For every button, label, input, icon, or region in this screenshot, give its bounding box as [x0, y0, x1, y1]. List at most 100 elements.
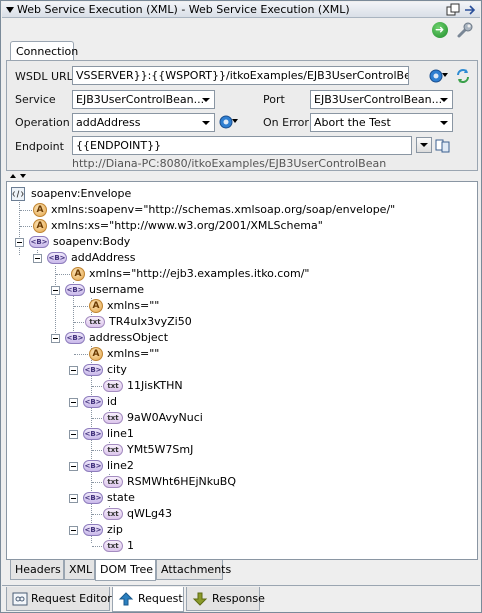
tree-node-label: addressObject	[89, 331, 169, 344]
tree-node-line1[interactable]: <B> line1	[65, 426, 265, 442]
tab-request-label: Request	[138, 592, 183, 605]
text-node-icon: txt	[103, 476, 123, 488]
collapse-icon[interactable]	[69, 462, 78, 471]
endpoint-dropdown-button[interactable]	[416, 137, 432, 153]
collapse-icon[interactable]	[15, 238, 24, 247]
text-node-icon: txt	[103, 444, 123, 456]
text-node-icon: txt	[103, 412, 123, 424]
endpoint-field[interactable]: {{ENDPOINT}}	[72, 136, 412, 155]
tab-attachments[interactable]: Attachments	[156, 560, 231, 580]
tab-response[interactable]: Response	[186, 587, 265, 611]
tree-node-attr-xs[interactable]: A xmlns:xs="http://www.w3.org/2001/XMLSc…	[11, 218, 411, 234]
collapse-icon[interactable]	[69, 430, 78, 439]
tree-node-label: 11JisKTHN	[127, 379, 183, 392]
tree-node-label: TR4uIx3vyZi50	[109, 315, 192, 328]
tree-node-label: city	[107, 363, 127, 376]
tab-headers[interactable]: Headers	[10, 560, 64, 580]
element-icon: <B>	[83, 460, 103, 472]
connection-panel: WSDL URL VSSERVER}}:{{WSPORT}}/itkoExamp…	[6, 60, 478, 171]
tree-node-attr-xmlns[interactable]: A xmlns=""	[65, 298, 265, 314]
tree-node-label: id	[107, 395, 118, 408]
tree-node-text[interactable]: txt RSMWht6HEjNkuBQ	[83, 474, 283, 490]
on-error-select[interactable]: Abort the Test	[310, 113, 453, 132]
tree-node-body[interactable]: <B> soapenv:Body	[11, 234, 211, 250]
view-tabs: Headers XML DOM Tree Attachments	[6, 560, 478, 581]
collapse-icon[interactable]	[33, 254, 42, 263]
wsdl-url-field[interactable]: VSSERVER}}:{{WSPORT}}/itkoExamples/EJB3U…	[72, 66, 409, 85]
tree-node-label: addAddress	[71, 251, 136, 264]
refresh-icon[interactable]	[455, 67, 471, 85]
text-node-icon: txt	[103, 380, 123, 392]
attribute-icon: A	[33, 203, 47, 217]
tree-node-state[interactable]: <B> state	[65, 490, 265, 506]
attribute-icon: A	[89, 347, 103, 361]
tree-guide	[92, 418, 102, 419]
tab-request[interactable]: Request	[112, 587, 184, 612]
tree-node-zip[interactable]: <B> zip	[65, 522, 265, 538]
element-icon: <B>	[83, 428, 103, 440]
tree-node-label: 1	[127, 539, 134, 552]
collapse-icon[interactable]	[51, 334, 60, 343]
endpoint-label: Endpoint	[15, 140, 64, 153]
element-icon: <B>	[65, 284, 85, 296]
tree-node-text[interactable]: txt 11JisKTHN	[83, 378, 283, 394]
attribute-icon: A	[71, 267, 85, 281]
tab-xml[interactable]: XML	[64, 560, 95, 580]
tree-node-attr-xmlns[interactable]: A xmlns=""	[65, 346, 265, 362]
endpoint-hint: http://Diana-PC:8080/itkoExamples/EJB3Us…	[72, 157, 387, 170]
tree-node-addaddress[interactable]: <B> addAddress	[29, 250, 229, 266]
wrench-icon[interactable]	[456, 21, 474, 39]
tree-node-text[interactable]: txt qWLg43	[83, 506, 283, 522]
tree-guide	[92, 482, 102, 483]
collapse-icon[interactable]	[69, 526, 78, 535]
tree-node-text[interactable]: txt 9aW0AvyNuci	[83, 410, 283, 426]
tree-node-city[interactable]: <B> city	[65, 362, 265, 378]
chevron-down-icon	[202, 98, 210, 102]
dom-tree: soapenv:Envelope A xmlns:soapenv="http:/…	[6, 181, 478, 560]
tree-node-label: 9aW0AvyNuci	[127, 411, 203, 424]
editor-tabs: Request Editor Request Response	[2, 585, 480, 612]
tree-node-envelope[interactable]: soapenv:Envelope	[11, 186, 211, 202]
detach-icon[interactable]	[446, 3, 460, 17]
attribute-icon: A	[89, 299, 103, 313]
collapse-icon[interactable]	[69, 494, 78, 503]
tree-node-attr-soapenv[interactable]: A xmlns:soapenv="http://schemas.xmlsoap.…	[11, 202, 411, 218]
tree-node-label: xmlns=""	[107, 347, 160, 360]
gear-dropdown-icon[interactable]	[428, 67, 450, 85]
navigate-arrow-icon[interactable]	[463, 3, 477, 17]
endpoint-copy-icon[interactable]	[435, 137, 451, 155]
title-bar: Web Service Execution (XML) - Web Servic…	[2, 2, 480, 18]
tab-connection[interactable]: Connection	[10, 41, 78, 61]
tree-node-text[interactable]: txt YMt5W7SmJ	[83, 442, 283, 458]
tree-node-addressobject[interactable]: <B> addressObject	[47, 330, 247, 346]
operation-select[interactable]: addAddress	[72, 113, 215, 132]
chevron-down-icon	[440, 98, 448, 102]
expand-up-icon[interactable]	[10, 174, 16, 178]
collapse-icon[interactable]	[69, 398, 78, 407]
tab-request-editor[interactable]: Request Editor	[6, 587, 112, 611]
tree-node-label: state	[107, 491, 135, 504]
collapse-triangle-icon[interactable]	[6, 7, 14, 13]
request-up-arrow-icon	[118, 592, 134, 606]
tree-guide	[56, 274, 70, 275]
tree-guide	[20, 210, 32, 211]
tab-dom-tree[interactable]: DOM Tree	[95, 560, 156, 581]
panel-splitter[interactable]	[2, 173, 480, 181]
port-select[interactable]: EJB3UserControlBean...	[310, 90, 453, 109]
tree-node-line2[interactable]: <B> line2	[65, 458, 265, 474]
tree-node-attr-xmlns[interactable]: A xmlns="http://ejb3.examples.itko.com/"	[47, 266, 447, 282]
tab-response-label: Response	[212, 592, 265, 605]
tree-node-label: soapenv:Body	[53, 235, 131, 248]
tree-node-text[interactable]: txt TR4uIx3vyZi50	[65, 314, 265, 330]
operation-gear-icon[interactable]	[218, 113, 240, 131]
on-error-label: On Error	[263, 116, 309, 129]
tree-node-username[interactable]: <B> username	[47, 282, 247, 298]
tree-node-text[interactable]: txt 1	[83, 538, 283, 554]
collapse-icon[interactable]	[69, 366, 78, 375]
collapse-icon[interactable]	[51, 286, 60, 295]
expand-down-icon[interactable]	[20, 174, 26, 178]
tree-node-label: zip	[107, 523, 123, 536]
execute-go-icon[interactable]: ➜	[432, 22, 448, 38]
service-select[interactable]: EJB3UserControlBean...	[72, 90, 215, 109]
tree-node-id[interactable]: <B> id	[65, 394, 265, 410]
